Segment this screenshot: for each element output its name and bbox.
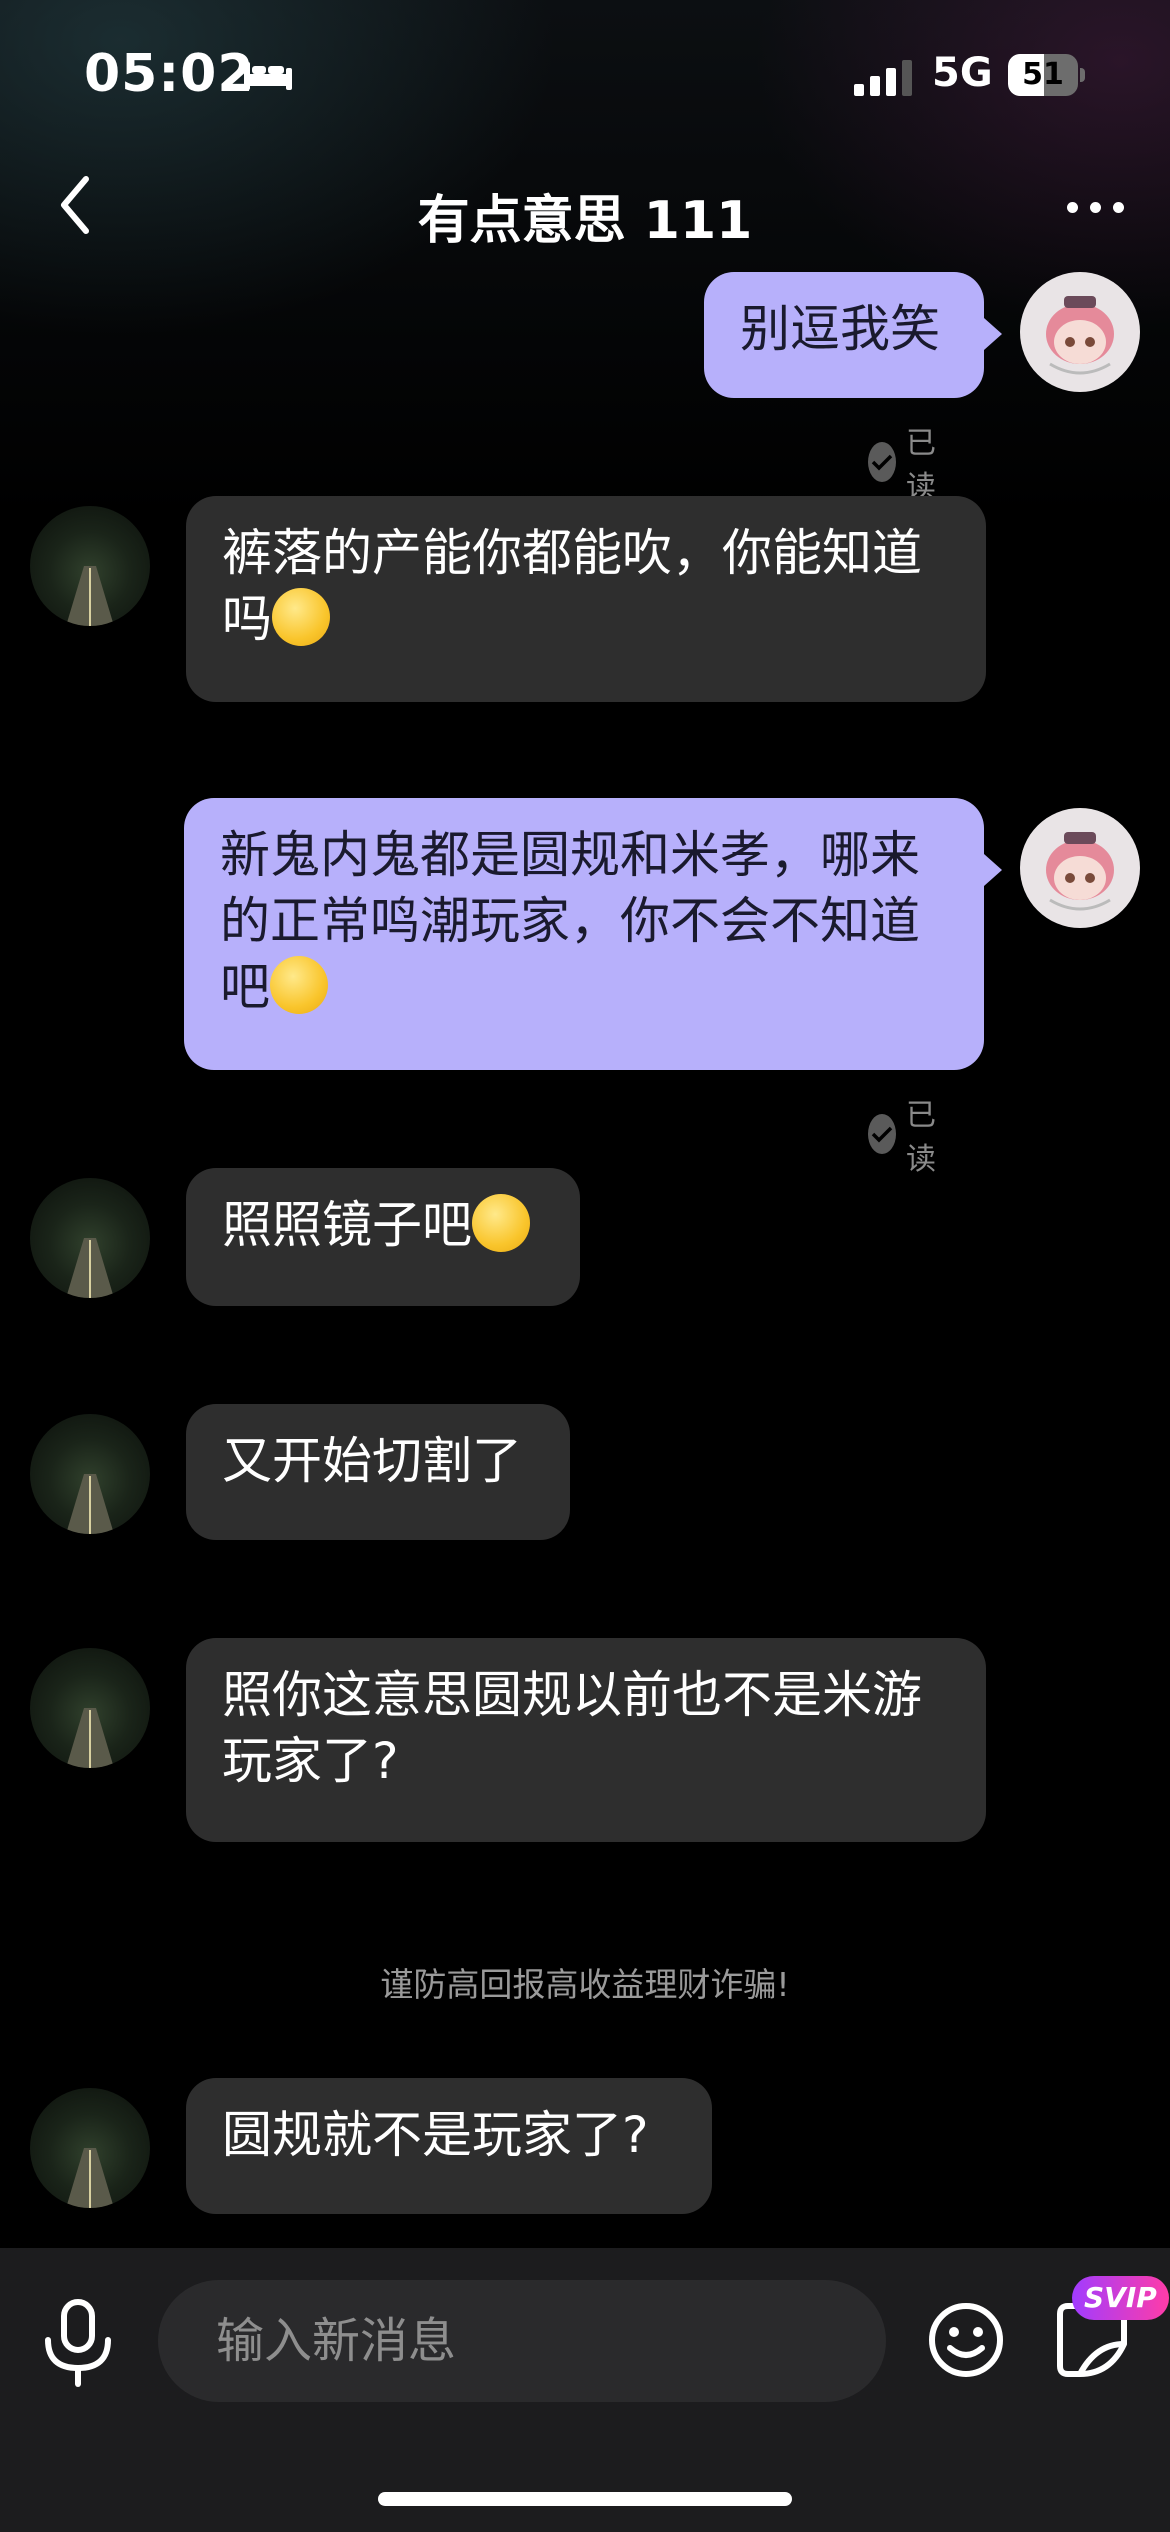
my-avatar[interactable] [1020, 808, 1140, 928]
message-input[interactable] [158, 2280, 886, 2402]
check-icon [868, 442, 896, 482]
forest-road-avatar-icon [66, 2148, 114, 2208]
message-bubble[interactable]: 圆规就不是玩家了? [186, 2078, 712, 2214]
message-bubble[interactable]: 照照镜子吧 [186, 1168, 580, 1306]
read-receipt: 已读 [868, 418, 948, 506]
more-options-button[interactable] [1050, 172, 1140, 242]
chat-title: 有点意思 111 [417, 191, 753, 251]
message-text: 圆规就不是玩家了? [222, 2106, 649, 2164]
emoji-icon[interactable] [926, 2300, 1006, 2380]
message-text: 照你这意思圆规以前也不是米游玩家了? [222, 1666, 922, 1790]
battery-icon: 51 [1008, 54, 1086, 96]
status-bar: 05:02 5G 51 [0, 0, 1170, 150]
nav-bar: 有点意思 111 [0, 150, 1170, 260]
message-text: 照照镜子吧 [222, 1196, 472, 1254]
my-avatar[interactable] [1020, 272, 1140, 392]
signal-icon [854, 60, 912, 96]
forest-road-avatar-icon [66, 1474, 114, 1534]
status-time: 05:02 [84, 44, 255, 104]
read-label: 已读 [906, 1098, 936, 1177]
read-label: 已读 [906, 426, 936, 505]
network-type: 5G [932, 50, 993, 96]
check-icon [868, 1114, 896, 1154]
message-bubble[interactable]: 裤落的产能你都能吹，你能知道吗 [186, 496, 986, 702]
battery-percent: 51 [1022, 57, 1064, 92]
contact-avatar[interactable] [30, 2088, 150, 2208]
svip-badge: SVIP [1072, 2276, 1169, 2320]
message-bubble[interactable]: 新鬼内鬼都是圆规和米孝，哪来的正常鸣潮玩家，你不会不知道吧 [184, 798, 984, 1070]
more-dots-icon [1066, 201, 1078, 213]
anime-avatar-icon [1046, 296, 1114, 375]
forest-road-avatar-icon [66, 1238, 114, 1298]
laughing-emoji-icon [272, 588, 330, 646]
anime-avatar-icon [1046, 832, 1114, 911]
message-bubble[interactable]: 别逗我笑 [704, 272, 984, 398]
forest-road-avatar-icon [66, 566, 114, 626]
laughing-emoji-icon [472, 1194, 530, 1252]
laughing-emoji-icon [270, 956, 328, 1014]
input-bar: SVIP [0, 2248, 1170, 2532]
contact-avatar[interactable] [30, 1414, 150, 1534]
contact-avatar[interactable] [30, 1178, 150, 1298]
message-text: 又开始切割了 [222, 1432, 522, 1490]
home-indicator[interactable] [378, 2492, 792, 2506]
contact-avatar[interactable] [30, 1648, 150, 1768]
fraud-warning-notice: 谨防高回报高收益理财诈骗! [380, 1965, 790, 2004]
forest-road-avatar-icon [66, 1708, 114, 1768]
contact-avatar[interactable] [30, 506, 150, 626]
message-text: 别逗我笑 [740, 300, 940, 358]
microphone-icon[interactable] [40, 2298, 116, 2388]
message-bubble[interactable]: 照你这意思圆规以前也不是米游玩家了? [186, 1638, 986, 1842]
message-bubble[interactable]: 又开始切割了 [186, 1404, 570, 1540]
sleep-focus-icon [244, 62, 292, 90]
read-receipt: 已读 [868, 1090, 948, 1178]
